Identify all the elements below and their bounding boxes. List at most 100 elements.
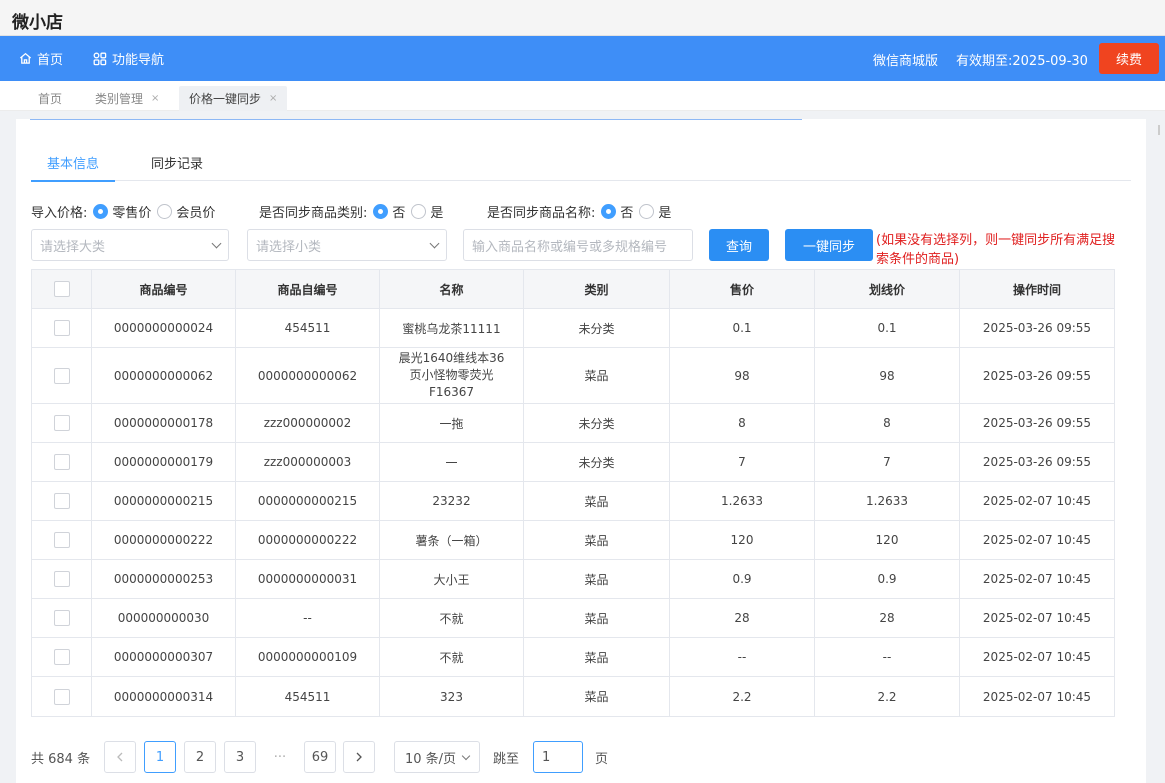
radio-retail[interactable]: 零售价	[93, 202, 151, 221]
table-row[interactable]: 0000000000062 0000000000062 晨光1640维线本36页小怪…	[32, 348, 1114, 404]
row-checkbox-cell	[32, 443, 92, 481]
tab-category[interactable]: 类别管理 ×	[85, 86, 169, 111]
nav-home[interactable]: 首页	[19, 49, 63, 68]
major-category-select[interactable]: 请选择大类	[31, 229, 229, 261]
app-title: 微小店	[12, 13, 63, 33]
tab-basic-info[interactable]: 基本信息	[30, 153, 116, 182]
prev-page-button[interactable]	[104, 741, 136, 773]
cell-price: 1.2633	[670, 482, 815, 520]
close-icon[interactable]: ×	[151, 93, 159, 104]
cell-code: 0000000000314	[92, 677, 236, 716]
select-all-checkbox[interactable]	[53, 281, 70, 297]
cell-code: 000000000030	[92, 599, 236, 637]
renew-button[interactable]: 续费	[1099, 43, 1159, 74]
cell-self-code: --	[236, 599, 380, 637]
row-checkbox[interactable]	[53, 688, 70, 705]
cell-time: 2025-02-07 10:45	[982, 689, 1092, 704]
header-name: 名称	[380, 270, 524, 308]
page-3[interactable]: 3	[224, 741, 256, 773]
cell-time: 2025-03-26 09:55	[982, 321, 1092, 335]
row-checkbox-cell	[32, 348, 92, 403]
query-button[interactable]: 查询	[709, 229, 769, 261]
radio-yes-label: 是	[658, 206, 672, 221]
cell-name: 大小王	[380, 560, 524, 598]
radio-category-yes[interactable]: 是	[411, 202, 443, 221]
table-row[interactable]: 0000000000024 454511 蜜桃乌龙茶11111 未分类 0.1 0.1 20…	[32, 309, 1114, 348]
cell-name: 不就	[380, 638, 524, 676]
cell-time: 2025-02-07 10:45	[982, 650, 1092, 664]
cell-code: 0000000000222	[92, 521, 236, 559]
search-input[interactable]: 输入商品名称或编号或多规格编号	[463, 229, 693, 261]
page-69[interactable]: 69	[304, 741, 336, 773]
table-row[interactable]: 0000000000215 0000000000215 23232 菜品 1.2633 1…	[32, 482, 1114, 521]
close-icon[interactable]: ×	[269, 93, 277, 104]
minor-category-select[interactable]: 请选择小类	[247, 229, 447, 261]
cell-self-code: 0000000000062	[236, 348, 380, 403]
cell-time: 2025-02-07 10:45	[982, 611, 1092, 625]
page-suffix: 页	[595, 752, 609, 767]
row-checkbox[interactable]	[53, 649, 70, 665]
row-checkbox[interactable]	[53, 532, 70, 548]
radio-category-no[interactable]: 否	[373, 202, 405, 221]
cell-list-price: --	[815, 638, 960, 676]
radio-member[interactable]: 会员价	[157, 202, 215, 221]
page-2[interactable]: 2	[184, 741, 216, 773]
cell-self-code: 0000000000031	[236, 560, 380, 598]
radio-retail-label: 零售价	[112, 206, 152, 221]
row-checkbox[interactable]	[53, 493, 70, 509]
tab-price-sync-label: 价格一键同步	[189, 92, 262, 106]
chevron-down-icon	[461, 751, 471, 760]
cell-self-code: 0000000000215	[236, 482, 380, 520]
row-checkbox[interactable]	[53, 454, 70, 470]
main-panel: 基本信息 同步记录 导入价格: 零售价 会员价 是否同步商品类别: 否 是 是否…	[16, 119, 1146, 783]
radio-checked-icon	[373, 204, 389, 219]
table-header: 商品编号 商品自编号 名称 类别 售价 划线价 操作时间	[32, 270, 1114, 309]
header-list-price: 划线价	[815, 270, 960, 308]
row-checkbox[interactable]	[53, 320, 70, 336]
radio-name-no[interactable]: 否	[601, 202, 633, 221]
cell-code: 0000000000062	[92, 348, 236, 403]
radio-name-yes[interactable]: 是	[639, 202, 671, 221]
table-row[interactable]: 0000000000222 0000000000222 薯条（一箱） 菜品 120 120…	[32, 521, 1114, 560]
table-row[interactable]: 0000000000253 0000000000031 大小王 菜品 0.9 0.9 202…	[32, 560, 1114, 599]
tab-price-sync[interactable]: 价格一键同步 ×	[179, 86, 288, 111]
jump-page-input[interactable]: 1	[533, 741, 583, 773]
import-price-group: 导入价格: 零售价 会员价	[31, 202, 215, 221]
next-page-button[interactable]	[343, 741, 375, 773]
row-checkbox[interactable]	[53, 367, 70, 384]
row-checkbox[interactable]	[53, 415, 70, 431]
row-checkbox[interactable]	[53, 571, 70, 587]
cell-price: --	[670, 638, 815, 676]
table-row[interactable]: 0000000000314 454511 323 菜品 2.2 2.2 2025-02-07…	[32, 677, 1114, 716]
header-time: 操作时间	[1012, 282, 1061, 297]
content-area: 基本信息 同步记录 导入价格: 零售价 会员价 是否同步商品类别: 否 是 是否…	[0, 111, 1165, 783]
table-row[interactable]: 0000000000179 zzz000000003 一未分类 7 7 2025-03-2…	[32, 443, 1114, 482]
cell-code: 0000000000024	[92, 309, 236, 347]
header-self-code: 商品自编号	[236, 270, 380, 308]
chevron-right-icon	[356, 752, 362, 762]
pagination: 共 684 条	[31, 741, 90, 773]
row-checkbox-cell	[32, 638, 92, 676]
header-price: 售价	[670, 270, 815, 308]
table-row[interactable]: 000000000030 -- 不就 菜品 28 28 2025-02-07 10:45	[32, 599, 1114, 638]
radio-unchecked-icon	[157, 204, 173, 219]
nav-functions[interactable]: 功能导航	[93, 49, 164, 68]
cell-category: 菜品	[524, 677, 670, 716]
table-row[interactable]: 0000000000178 zzz000000002 一拖 未分类 8 8 2025-03-…	[32, 404, 1114, 443]
tab-home[interactable]: 首页	[28, 86, 72, 111]
cell-price: 0.9	[670, 560, 815, 598]
tab-sync-records[interactable]: 同步记录	[151, 153, 203, 181]
page-1[interactable]: 1	[144, 741, 176, 773]
row-checkbox[interactable]	[53, 610, 70, 626]
table-body: 0000000000024 454511 蜜桃乌龙茶11111 未分类 0.1 0.1 20…	[32, 309, 1114, 716]
table-row[interactable]: 0000000000307 0000000000109 不就 菜品 -- -- 2025-0…	[32, 638, 1114, 677]
scrollbar[interactable]	[1158, 125, 1160, 135]
valid-until-label: 有效期至:2025-09-30	[956, 54, 1088, 69]
sync-all-button[interactable]: 一键同步	[785, 229, 873, 261]
tab-category-label: 类别管理	[95, 92, 144, 106]
row-checkbox-cell	[32, 521, 92, 559]
cell-name: 薯条（一箱）	[380, 521, 524, 559]
page-ellipsis[interactable]: ···	[264, 741, 296, 773]
page-size-select[interactable]: 10 条/页	[394, 741, 480, 773]
cell-category: 未分类	[524, 443, 670, 481]
